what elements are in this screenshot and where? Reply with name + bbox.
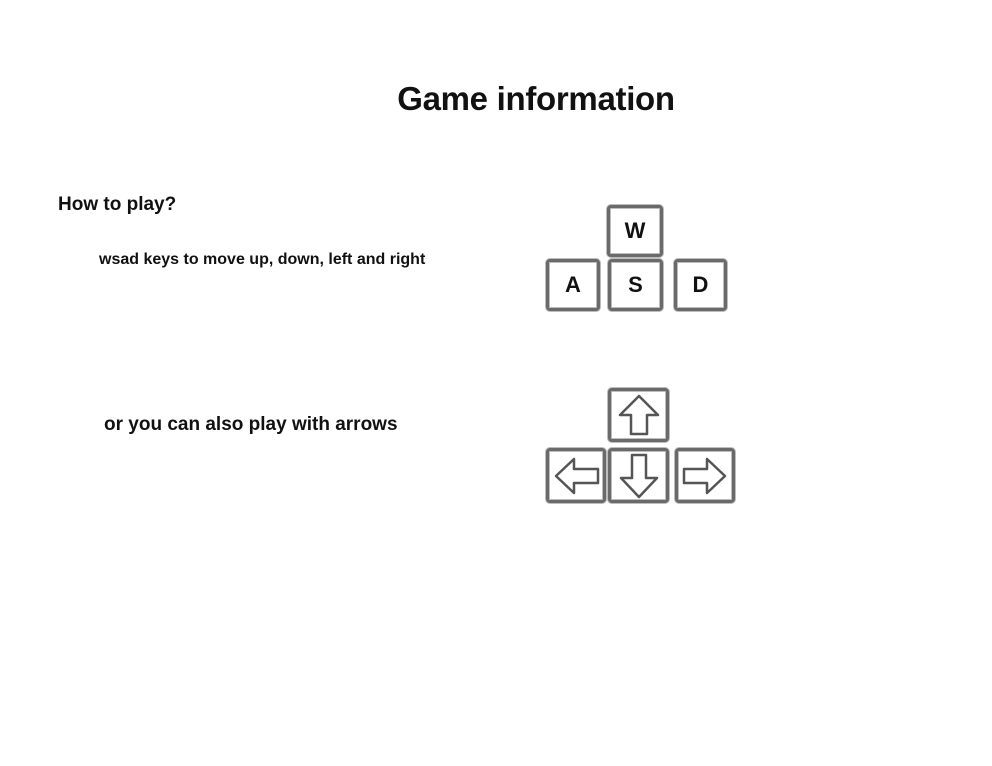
wsad-instruction-text: wsad keys to move up, down, left and rig… [99,251,426,268]
key-s: S [608,259,663,311]
key-arrow-left [546,448,606,503]
key-w: W [607,205,663,257]
key-arrow-down [608,448,669,503]
key-a: A [546,259,600,311]
key-d: D [674,259,727,311]
how-to-play-heading: How to play? [58,194,177,215]
arrow-up-icon [618,394,659,436]
arrow-right-icon [682,457,727,494]
page-title: Game information [397,80,675,117]
key-arrow-up [608,388,669,442]
arrows-instruction-text: or you can also play with arrows [104,414,398,435]
arrow-down-icon [619,453,658,498]
arrow-left-icon [554,457,600,494]
key-arrow-right [675,448,735,503]
